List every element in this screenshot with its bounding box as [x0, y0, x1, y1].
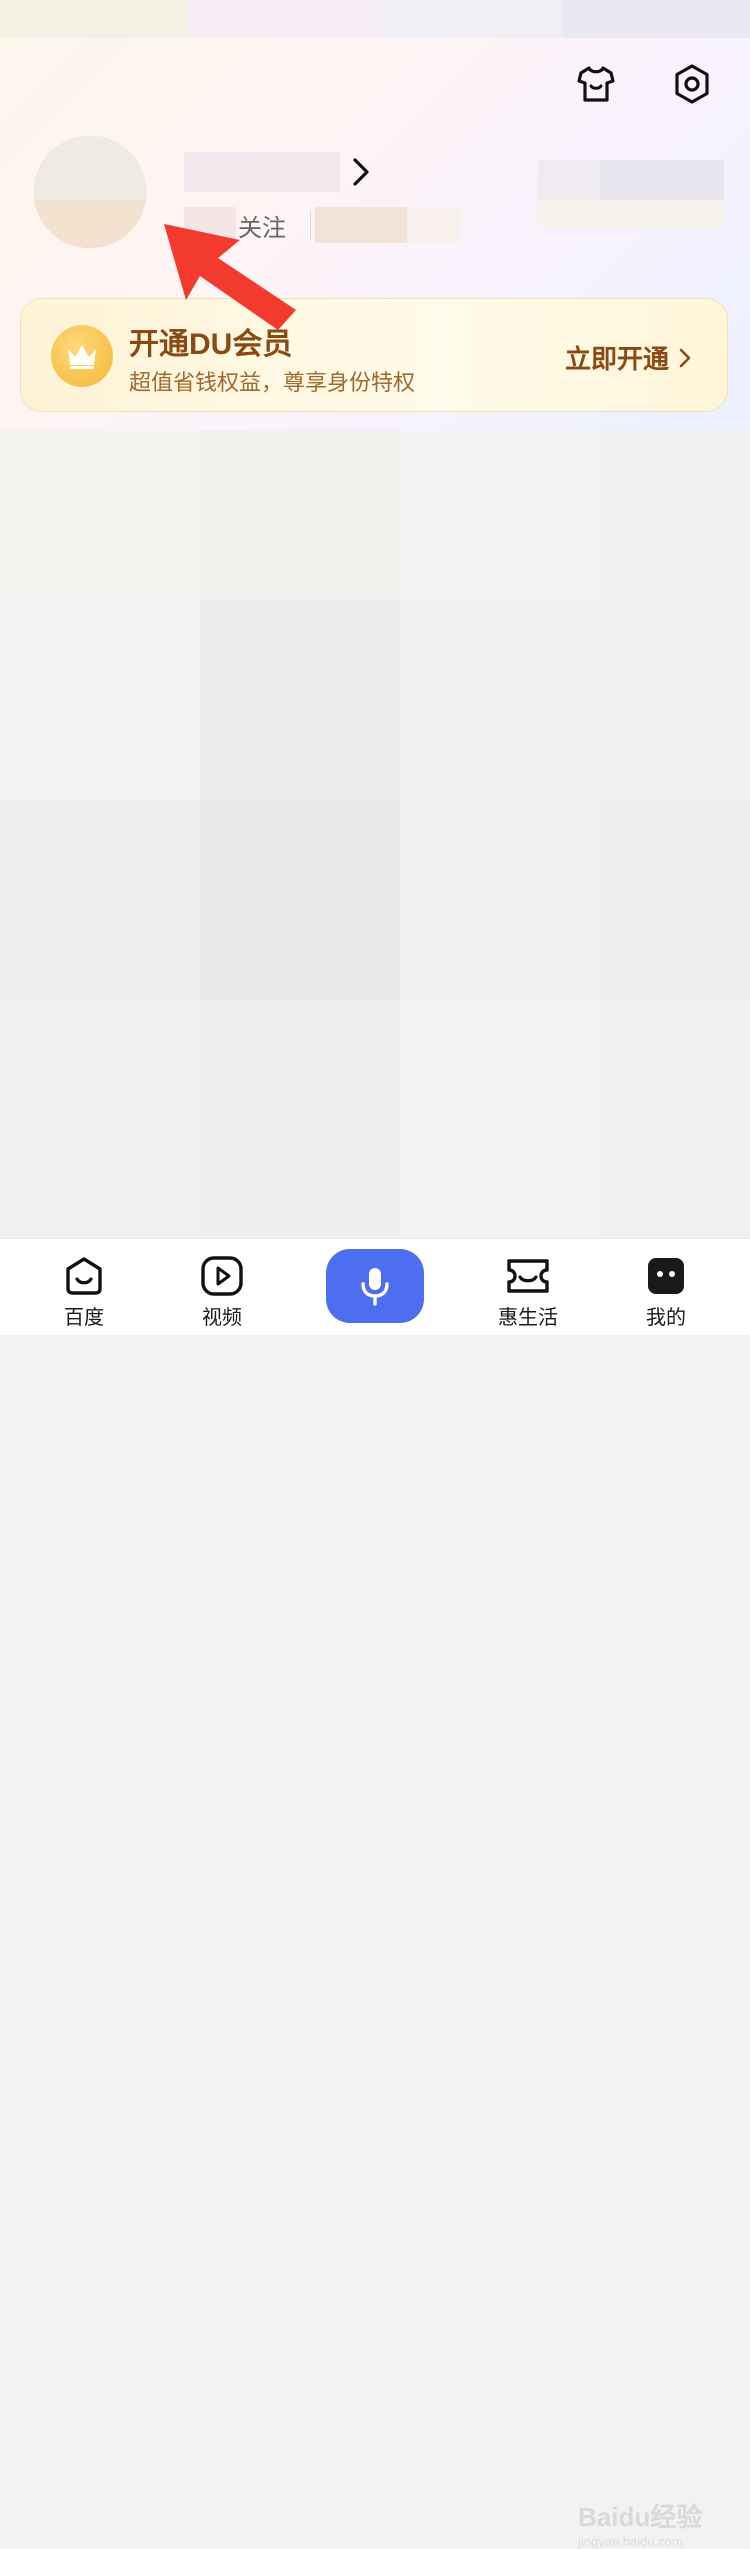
- tab-video[interactable]: 视频: [162, 1239, 282, 1335]
- baidu-face-icon: [62, 1253, 106, 1299]
- bottom-tab-bar: 百度 视频 惠生活 我的 Baidu经验 jingyan.baidu.com: [0, 1238, 750, 2549]
- my-profile-icon: [644, 1253, 688, 1299]
- watermark-text: Baidu经验: [578, 2502, 703, 2532]
- crown-icon: [51, 325, 113, 387]
- username-blurred: [184, 152, 340, 192]
- skin-shirt-icon[interactable]: [572, 60, 620, 108]
- tab-life[interactable]: 惠生活: [468, 1239, 588, 1335]
- video-play-icon: [200, 1253, 244, 1299]
- baidu-jingyan-watermark: Baidu经验 jingyan.baidu.com: [578, 2497, 702, 2549]
- tab-label: 惠生活: [498, 1307, 558, 1329]
- profile-header: 关注 开通DU会员 超值省钱权益，尊享身份特权 立即开通: [0, 0, 750, 430]
- ticket-smile-icon: [505, 1253, 551, 1299]
- watermark-url: jingyan.baidu.com: [578, 2534, 683, 2549]
- username-link[interactable]: [184, 152, 370, 192]
- right-info-blurred: [538, 160, 724, 228]
- settings-gear-icon[interactable]: [668, 60, 716, 108]
- chevron-right-icon: [353, 158, 369, 186]
- tab-baidu[interactable]: 百度: [24, 1239, 144, 1335]
- fans-blurred-2: [407, 207, 461, 243]
- status-bar: [0, 0, 750, 38]
- avatar[interactable]: [34, 136, 146, 248]
- voice-search-button[interactable]: [326, 1249, 424, 1323]
- chevron-right-icon: [679, 348, 691, 367]
- tab-label: 百度: [64, 1307, 104, 1329]
- vip-banner[interactable]: 开通DU会员 超值省钱权益，尊享身份特权 立即开通: [20, 298, 728, 412]
- vip-open-button[interactable]: 立即开通: [565, 339, 691, 376]
- tab-label: 视频: [202, 1307, 242, 1329]
- tab-label: 我的: [646, 1307, 686, 1329]
- red-arrow-annotation: [164, 224, 296, 330]
- content-mosaic-blurred: [0, 430, 750, 1236]
- vip-subtitle: 超值省钱权益，尊享身份特权: [129, 370, 416, 395]
- vip-cta-label: 立即开通: [564, 344, 669, 374]
- microphone-icon: [361, 1268, 389, 1306]
- stats-divider: [310, 210, 311, 240]
- fans-blurred: [315, 207, 407, 243]
- tab-my[interactable]: 我的: [606, 1239, 726, 1335]
